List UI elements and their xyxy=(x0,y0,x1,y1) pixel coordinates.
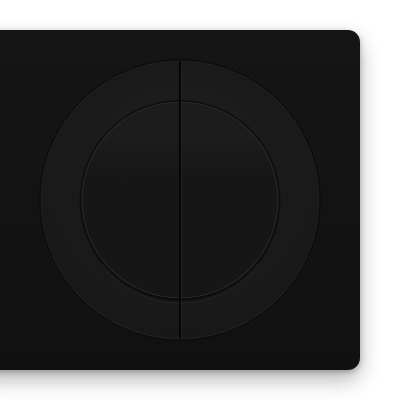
split-dial-graphic xyxy=(39,59,321,341)
right-half-button[interactable] xyxy=(180,60,320,340)
split-divider xyxy=(178,61,182,339)
stage xyxy=(0,0,400,400)
left-half-button[interactable] xyxy=(40,60,180,340)
split-dial-control xyxy=(0,0,400,400)
